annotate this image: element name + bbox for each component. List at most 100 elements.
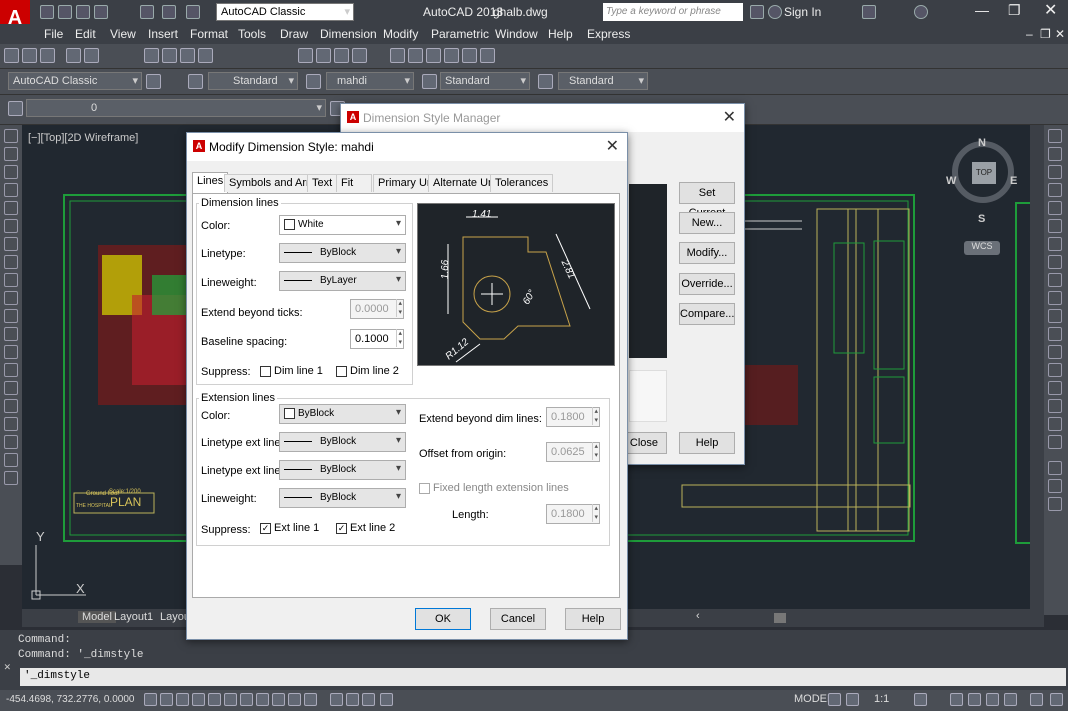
gradient-icon[interactable] [4, 399, 18, 413]
designcenter-icon[interactable] [408, 48, 423, 63]
ext-line-2-checkbox[interactable]: ✓ Ext line 2 [336, 522, 395, 534]
compass-south[interactable]: S [978, 213, 985, 225]
menu-edit[interactable]: Edit [75, 27, 96, 41]
quick-view-drawings-icon[interactable] [846, 693, 859, 706]
erase-icon[interactable] [1048, 129, 1062, 143]
qnew-icon[interactable] [4, 48, 19, 63]
spline-icon[interactable] [4, 273, 18, 287]
paste-icon[interactable] [180, 48, 195, 63]
pan-icon[interactable] [298, 48, 313, 63]
mleader-style-icon[interactable] [538, 74, 553, 89]
override-style-button[interactable]: Override... [679, 273, 735, 295]
restore-button[interactable]: ❐ [1008, 2, 1021, 19]
mtext-icon[interactable] [4, 453, 18, 467]
move-icon[interactable] [1048, 219, 1062, 233]
command-input[interactable]: '_dimstyle [20, 668, 1066, 686]
ellipse-arc-icon[interactable] [4, 309, 18, 323]
length-input[interactable]: 0.1800 [546, 504, 600, 524]
isolate-objects-icon[interactable] [1004, 693, 1017, 706]
offset-origin-input[interactable]: 0.0625 [546, 442, 600, 462]
rectangle-icon[interactable] [4, 201, 18, 215]
snap-icon[interactable] [160, 693, 173, 706]
dyn-icon[interactable] [288, 693, 301, 706]
minimize-button[interactable]: — [975, 2, 989, 18]
qsave-icon[interactable] [40, 48, 55, 63]
scale-icon[interactable] [1048, 255, 1062, 269]
fillet-icon[interactable] [1048, 399, 1062, 413]
tab-model[interactable]: Model [78, 611, 116, 623]
menu-draw[interactable]: Draw [280, 27, 308, 41]
dsm-help-button[interactable]: Help [679, 432, 735, 454]
sign-in-button[interactable]: Sign In [784, 5, 821, 19]
mirror-icon[interactable] [1048, 165, 1062, 179]
menu-help[interactable]: Help [548, 27, 573, 41]
copy-object-icon[interactable] [1048, 147, 1062, 161]
fixed-length-checkbox[interactable]: Fixed length extension lines [419, 482, 569, 494]
open-icon[interactable] [58, 5, 72, 19]
set-current-button[interactable]: Set Current [679, 182, 735, 219]
compass-north[interactable]: N [978, 137, 986, 149]
quick-view-layouts-icon[interactable] [828, 693, 841, 706]
hatch-icon[interactable] [4, 381, 18, 395]
ext-color-select[interactable]: ByBlock [279, 404, 406, 424]
ellipse-icon[interactable] [4, 291, 18, 305]
polygon-icon[interactable] [4, 183, 18, 197]
mds-close-icon[interactable]: ✕ [606, 136, 619, 156]
menu-file[interactable]: File [44, 27, 63, 41]
polar-icon[interactable] [208, 693, 221, 706]
qopen-icon[interactable] [22, 48, 37, 63]
coordinates-readout[interactable]: -454.4698, 732.2776, 0.0000 [6, 694, 134, 705]
command-close-icon[interactable]: ✕ [4, 660, 11, 674]
sc-icon[interactable] [362, 693, 375, 706]
ducs-icon[interactable] [272, 693, 285, 706]
construction-line-icon[interactable] [4, 147, 18, 161]
properties-icon[interactable] [390, 48, 405, 63]
dim-line-1-checkbox[interactable]: Dim line 1 [260, 365, 323, 377]
wcs-menu[interactable]: WCS [964, 241, 1000, 255]
compass-west[interactable]: W [946, 175, 956, 187]
tab-layout1[interactable]: Layout1 [114, 611, 153, 623]
help-icon[interactable] [914, 5, 928, 19]
plot-icon[interactable] [140, 5, 154, 19]
join-icon[interactable] [1048, 363, 1062, 377]
add-selected-icon[interactable] [4, 471, 18, 485]
rotate-icon[interactable] [1048, 237, 1062, 251]
ok-button[interactable]: OK [415, 608, 471, 630]
layer-properties-icon[interactable] [8, 101, 23, 116]
table-style-icon[interactable] [422, 74, 437, 89]
ext-line-1-box[interactable]: ✓ [260, 522, 271, 534]
insert-block-icon[interactable] [4, 327, 18, 341]
circle-icon[interactable] [4, 237, 18, 251]
menu-tools[interactable]: Tools [238, 27, 266, 41]
dim-line-2-checkbox[interactable]: Dim line 2 [336, 365, 399, 377]
save-icon[interactable] [76, 5, 90, 19]
menu-express[interactable]: Express [587, 27, 630, 41]
tab-lines[interactable]: Lines [192, 172, 229, 194]
toolpalette-icon[interactable] [426, 48, 441, 63]
dim-linetype-select[interactable]: ByBlock [279, 243, 406, 263]
otrack-icon[interactable] [256, 693, 269, 706]
menu-format[interactable]: Format [190, 27, 228, 41]
stretch-icon[interactable] [1048, 273, 1062, 287]
workspace-switching-icon[interactable] [950, 693, 963, 706]
ext-lt1-select[interactable]: ByBlock [279, 432, 406, 452]
helpbtn-icon[interactable] [480, 48, 495, 63]
explode-icon[interactable] [1048, 435, 1062, 449]
redo-icon[interactable] [186, 5, 200, 19]
text-style-select[interactable]: Standard [208, 72, 298, 90]
mdi-minimize-button[interactable]: – [1026, 27, 1033, 41]
tpy-icon[interactable] [330, 693, 343, 706]
vertical-scrollbar[interactable] [1030, 125, 1044, 609]
menu-window[interactable]: Window [495, 27, 538, 41]
point-icon[interactable] [4, 363, 18, 377]
hscroll-thumb[interactable] [774, 613, 786, 623]
break-point-icon[interactable] [1048, 327, 1062, 341]
zoom-previous-icon[interactable] [352, 48, 367, 63]
saveas-icon[interactable] [94, 5, 108, 19]
extend-icon[interactable] [1048, 309, 1062, 323]
hardware-accel-icon[interactable] [986, 693, 999, 706]
ext-lt2-select[interactable]: ByBlock [279, 460, 406, 480]
print-icon[interactable] [66, 48, 81, 63]
baseline-spacing-input[interactable]: 0.1000 [350, 329, 404, 349]
preview-icon[interactable] [84, 48, 99, 63]
